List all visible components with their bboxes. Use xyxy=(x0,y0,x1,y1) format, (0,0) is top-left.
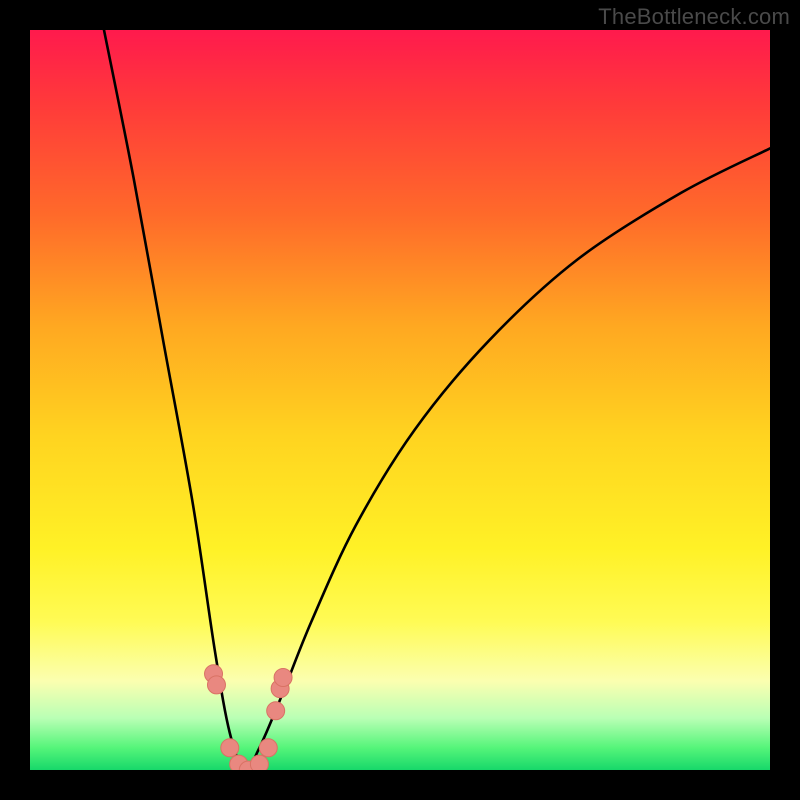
curve-marker xyxy=(259,739,277,757)
curve-layer xyxy=(30,30,770,770)
curve-marker xyxy=(274,669,292,687)
marker-group xyxy=(205,665,293,770)
curve-marker xyxy=(267,702,285,720)
curve-marker xyxy=(207,676,225,694)
curve-marker xyxy=(221,739,239,757)
bottleneck-curve xyxy=(104,30,770,770)
curve-marker xyxy=(250,755,268,770)
watermark-text: TheBottleneck.com xyxy=(598,4,790,30)
chart-frame: TheBottleneck.com xyxy=(0,0,800,800)
plot-area xyxy=(30,30,770,770)
